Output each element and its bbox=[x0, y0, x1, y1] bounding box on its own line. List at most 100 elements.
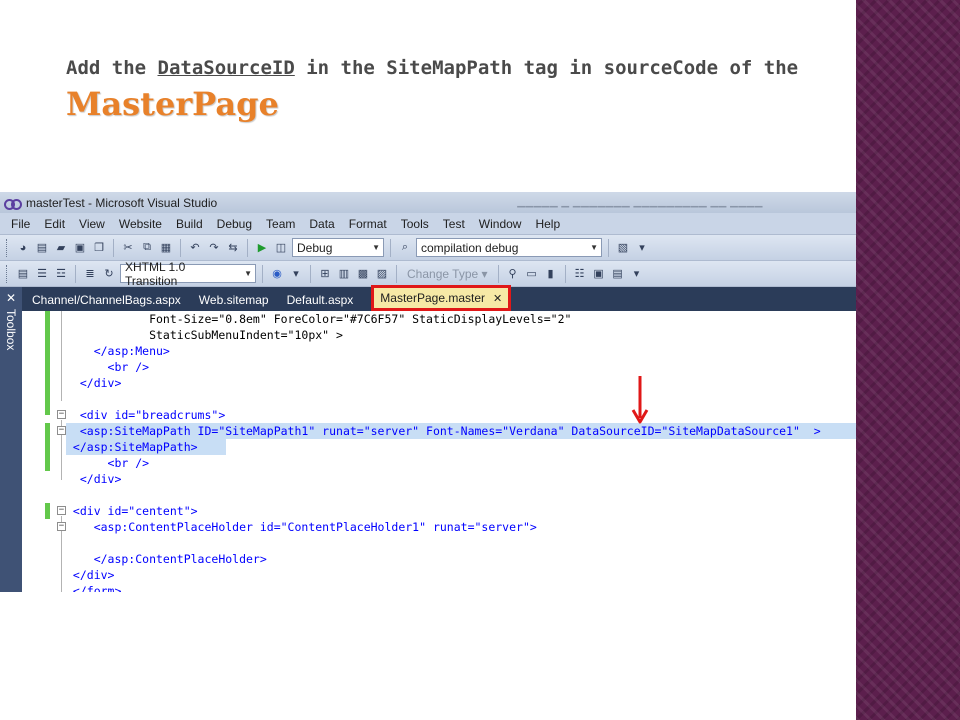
tab-master-page[interactable]: MasterPage.master ✕ bbox=[371, 285, 512, 311]
toolbar-separator bbox=[390, 238, 391, 257]
tab-channel-bags[interactable]: Channel/ChannelBags.aspx bbox=[28, 293, 195, 311]
uncomment-icon[interactable]: ↻ bbox=[101, 266, 117, 282]
menu-view[interactable]: View bbox=[72, 217, 112, 231]
menu-team[interactable]: Team bbox=[259, 217, 302, 231]
menu-edit[interactable]: Edit bbox=[37, 217, 72, 231]
close-icon[interactable]: ✕ bbox=[493, 292, 502, 305]
chevron-down-icon: ▼ bbox=[590, 243, 598, 252]
database-icon[interactable]: ▩ bbox=[355, 266, 371, 282]
list-icon[interactable]: ☷ bbox=[572, 266, 588, 282]
decorative-side-band bbox=[856, 0, 960, 720]
window-title: masterTest - Microsoft Visual Studio bbox=[26, 195, 218, 210]
collapse-icon[interactable]: − bbox=[57, 506, 66, 515]
solution-configuration-select[interactable]: Debug ▼ bbox=[292, 238, 384, 257]
code-line: <br /> bbox=[66, 359, 856, 375]
code-line: </form> bbox=[66, 583, 856, 592]
format-document-icon[interactable]: ▤ bbox=[15, 266, 31, 282]
code-line: <div id="centent"> bbox=[66, 503, 856, 519]
menu-website[interactable]: Website bbox=[112, 217, 169, 231]
toolbox-icon: ✕ bbox=[5, 291, 17, 305]
toolbar-options-icon[interactable]: ▾ bbox=[288, 266, 304, 282]
toolbar-separator bbox=[180, 238, 181, 257]
copy-icon[interactable]: ⧉ bbox=[139, 240, 155, 256]
menu-format[interactable]: Format bbox=[342, 217, 394, 231]
menu-build[interactable]: Build bbox=[169, 217, 210, 231]
code-line-text: StaticSubMenuIndent="10px" > bbox=[66, 328, 343, 342]
save-icon[interactable]: ▣ bbox=[72, 240, 88, 256]
chevron-down-icon: ▼ bbox=[372, 243, 380, 252]
menu-debug[interactable]: Debug bbox=[210, 217, 259, 231]
outline-line bbox=[61, 311, 62, 401]
toolbar-options-icon[interactable]: ▾ bbox=[634, 240, 650, 256]
toolbar-separator bbox=[113, 238, 114, 257]
attach-icon[interactable]: ◫ bbox=[273, 240, 289, 256]
code-line: StaticSubMenuIndent="10px" > bbox=[66, 327, 856, 343]
toolbar-separator bbox=[262, 264, 263, 283]
toolbar-options-icon[interactable]: ▾ bbox=[629, 266, 645, 282]
indent-icon[interactable]: ☲ bbox=[53, 266, 69, 282]
menu-help[interactable]: Help bbox=[528, 217, 567, 231]
code-line-text: <asp:SiteMapPath ID="SiteMapPath1" runat… bbox=[66, 424, 821, 438]
sql-query-icon[interactable]: ▭ bbox=[524, 266, 540, 282]
paste-icon[interactable]: ▦ bbox=[158, 240, 174, 256]
redo-icon[interactable]: ↷ bbox=[206, 240, 222, 256]
menu-data[interactable]: Data bbox=[302, 217, 341, 231]
title-part-2: in the SiteMapPath tag in sourceCode of … bbox=[294, 57, 799, 79]
menu-test[interactable]: Test bbox=[436, 217, 472, 231]
format-selection-icon[interactable]: ☰ bbox=[34, 266, 50, 282]
code-line: <br /> bbox=[66, 455, 856, 471]
collapse-icon[interactable]: − bbox=[57, 410, 66, 419]
change-indicator-bar bbox=[45, 423, 50, 471]
validation-schema-select[interactable]: XHTML 1.0 Transition ▼ bbox=[120, 260, 256, 288]
toolbox-panel-tab[interactable]: ✕ Toolbox bbox=[0, 287, 22, 592]
collapse-icon[interactable]: − bbox=[57, 426, 66, 435]
change-indicator-bar bbox=[45, 311, 50, 415]
menu-tools[interactable]: Tools bbox=[394, 217, 436, 231]
toolbar-separator bbox=[247, 238, 248, 257]
check-accessibility-icon[interactable]: ◉ bbox=[269, 266, 285, 282]
change-type-button[interactable]: Change Type ▾ bbox=[403, 267, 492, 281]
toolbar-grip[interactable] bbox=[6, 238, 9, 257]
new-project-icon[interactable]: ◕ bbox=[15, 240, 31, 256]
open-file-icon[interactable]: ▰ bbox=[53, 240, 69, 256]
solution-explorer-icon[interactable]: ▧ bbox=[615, 240, 631, 256]
start-debugging-icon[interactable]: ▶ bbox=[254, 240, 270, 256]
undo-icon[interactable]: ↶ bbox=[187, 240, 203, 256]
code-editor[interactable]: − − − − Font-Size="0.8em" ForeColor="#7C… bbox=[22, 311, 856, 592]
code-line-highlighted: <asp:SiteMapPath ID="SiteMapPath1" runat… bbox=[66, 423, 856, 439]
find-in-files-icon[interactable]: ⌕ bbox=[397, 240, 413, 256]
insert-table-icon[interactable]: ⊞ bbox=[317, 266, 333, 282]
code-line: </asp:Menu> bbox=[66, 343, 856, 359]
navigate-icon[interactable]: ⇆ bbox=[225, 240, 241, 256]
comment-icon[interactable]: ≣ bbox=[82, 266, 98, 282]
add-item-icon[interactable]: ▤ bbox=[34, 240, 50, 256]
menu-file[interactable]: File bbox=[4, 217, 37, 231]
toolbar-separator bbox=[608, 238, 609, 257]
tab-default-aspx[interactable]: Default.aspx bbox=[283, 293, 368, 311]
window-icon[interactable]: ▣ bbox=[591, 266, 607, 282]
find-combo[interactable]: compilation debug ▼ bbox=[416, 238, 602, 257]
tab-web-sitemap[interactable]: Web.sitemap bbox=[195, 293, 283, 311]
menu-window[interactable]: Window bbox=[472, 217, 529, 231]
title-part-1: Add the bbox=[66, 57, 158, 79]
sql-icon[interactable]: ⚲ bbox=[505, 266, 521, 282]
cut-icon[interactable]: ✂ bbox=[120, 240, 136, 256]
standard-toolbar: ◕ ▤ ▰ ▣ ❐ ✂ ⧉ ▦ ↶ ↷ ⇆ ▶ ◫ Debug ▼ ⌕ compi… bbox=[0, 235, 856, 261]
toolbox-label: Toolbox bbox=[4, 309, 18, 351]
image-icon[interactable]: ▨ bbox=[374, 266, 390, 282]
save-all-icon[interactable]: ❐ bbox=[91, 240, 107, 256]
code-line-text: </asp:ContentPlaceHolder> bbox=[66, 552, 267, 566]
code-line: </div> bbox=[66, 471, 856, 487]
collapse-icon[interactable]: − bbox=[57, 522, 66, 531]
visual-studio-logo-icon bbox=[4, 198, 22, 210]
code-line-text: </form> bbox=[66, 584, 122, 592]
change-type-label: Change Type bbox=[407, 266, 479, 281]
code-line-highlighted: </asp:SiteMapPath> bbox=[66, 439, 226, 455]
document-icon[interactable]: ▤ bbox=[610, 266, 626, 282]
visual-studio-screenshot: masterTest - Microsoft Visual Studio ▁▁▁… bbox=[0, 192, 856, 592]
code-line-text: <div id="breadcrums"> bbox=[66, 408, 226, 422]
table-icon[interactable]: ▥ bbox=[336, 266, 352, 282]
column-icon[interactable]: ▮ bbox=[543, 266, 559, 282]
toolbar-grip[interactable] bbox=[6, 264, 9, 283]
code-line-text: </div> bbox=[66, 568, 115, 582]
